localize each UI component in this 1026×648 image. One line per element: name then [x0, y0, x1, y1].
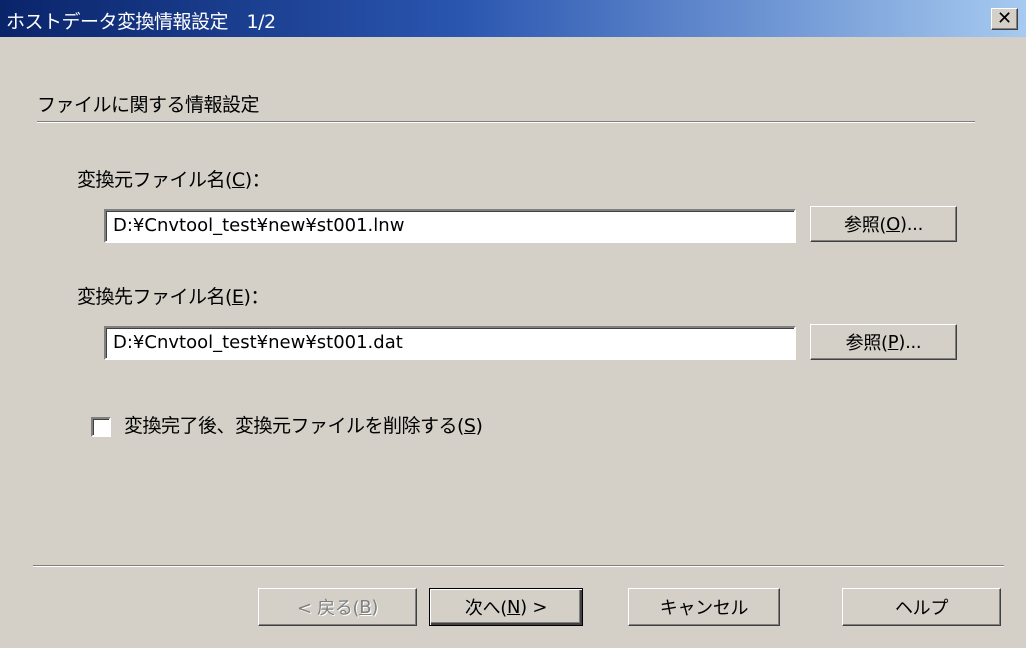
- dialog-window: ホストデータ変換情報設定 1/2 ✕ ファイルに関する情報設定 変換元ファイル名…: [0, 0, 1026, 648]
- source-browse-button[interactable]: 参照(O)...: [810, 206, 957, 242]
- delete-source-checkbox[interactable]: [91, 417, 111, 437]
- title-bar[interactable]: ホストデータ変換情報設定 1/2 ✕: [0, 0, 1026, 37]
- back-button[interactable]: < 戻る(B): [258, 588, 417, 626]
- source-file-input[interactable]: D:¥Cnvtool_test¥new¥st001.lnw: [104, 209, 796, 243]
- section-heading: ファイルに関する情報設定: [37, 94, 260, 116]
- window-title: ホストデータ変換情報設定 1/2: [6, 11, 276, 33]
- help-button[interactable]: ヘルプ: [842, 588, 1001, 626]
- close-button[interactable]: ✕: [991, 8, 1018, 30]
- destination-file-label: 変換先ファイル名(E)：: [77, 286, 269, 308]
- section-divider: [37, 121, 975, 123]
- cancel-button[interactable]: キャンセル: [628, 588, 780, 626]
- close-icon: ✕: [996, 8, 1013, 29]
- source-file-label: 変換元ファイル名(C)：: [77, 169, 271, 191]
- destination-browse-button[interactable]: 参照(P)...: [810, 324, 957, 360]
- footer-divider: [33, 565, 1004, 567]
- destination-file-input[interactable]: D:¥Cnvtool_test¥new¥st001.dat: [104, 326, 796, 360]
- delete-source-label[interactable]: 変換完了後、変換元ファイルを削除する(S): [124, 411, 483, 438]
- next-button[interactable]: 次へ(N) >: [429, 588, 583, 626]
